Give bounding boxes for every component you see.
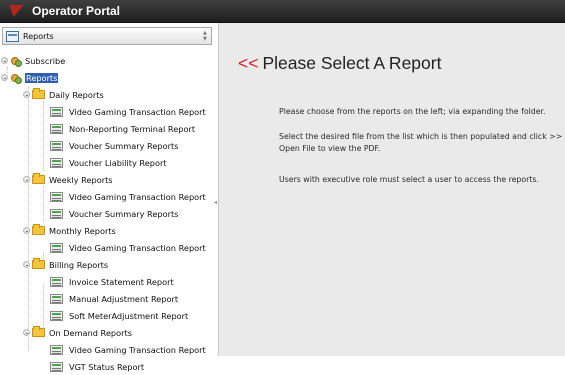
main-content: << Please Select A Report Please choose f… [219, 23, 565, 356]
report-item[interactable]: Manual Adjustment Report [0, 290, 216, 307]
sidebar: Reports ▲ ▼ ◂ Subscribe Reports Daily Re… [0, 23, 219, 372]
folder-label: Weekly Reports [49, 174, 113, 185]
folder-icon [32, 88, 45, 99]
report-label: Video Gaming Transaction Report [69, 106, 206, 117]
report-label: Non-Reporting Terminal Report [69, 123, 196, 134]
folder-icon [32, 326, 45, 337]
report-label: Invoice Statement Report [69, 276, 174, 287]
tree-label-selected: Reports [25, 72, 59, 83]
heading-arrows: << [238, 53, 259, 73]
report-item[interactable]: Soft MeterAdjustment Report [0, 307, 216, 324]
report-item[interactable]: Voucher Summary Reports [0, 205, 216, 222]
report-item[interactable]: Video Gaming Transaction Report [0, 341, 216, 358]
folder-weekly-reports[interactable]: Weekly Reports [0, 171, 216, 188]
instruction-text: Please choose from the reports on the le… [279, 107, 546, 116]
collapse-toggle-icon[interactable] [23, 176, 30, 183]
report-item[interactable]: Video Gaming Transaction Report [0, 103, 216, 120]
collapse-toggle-icon[interactable] [23, 329, 30, 336]
instruction-line: Open File to view the PDF. [279, 144, 381, 153]
instruction-line: Select the desired file from the list wh… [279, 132, 563, 141]
app-title: Operator Portal [32, 4, 121, 18]
report-label: Voucher Summary Reports [69, 140, 179, 151]
folder-monthly-reports[interactable]: Monthly Reports [0, 222, 216, 239]
report-icon [50, 208, 63, 219]
report-icon [50, 191, 63, 202]
report-label: Video Gaming Transaction Report [69, 242, 206, 253]
report-item[interactable]: Invoice Statement Report [0, 273, 216, 290]
collapse-toggle-icon[interactable] [23, 261, 30, 268]
report-item[interactable]: Voucher Liability Report [0, 154, 216, 171]
collapse-toggle-icon[interactable] [23, 91, 30, 98]
portal-logo-icon [6, 5, 24, 17]
reports-panel-icon [6, 30, 19, 42]
folder-billing-reports[interactable]: Billing Reports [0, 256, 216, 273]
folder-icon [32, 258, 45, 269]
expand-toggle-icon[interactable] [1, 74, 8, 81]
folder-icon [32, 224, 45, 235]
report-item[interactable]: Video Gaming Transaction Report [0, 239, 216, 256]
report-label: Video Gaming Transaction Report [69, 344, 206, 355]
report-label: VGT Status Report [69, 361, 145, 372]
folder-daily-reports[interactable]: Daily Reports [0, 86, 216, 103]
folder-label: Monthly Reports [49, 225, 116, 236]
app-window: Operator Portal Reports ▲ ▼ ◂ Subscribe R… [0, 0, 565, 372]
panel-scroll-arrows-icon[interactable]: ▲ ▼ [203, 30, 209, 42]
report-label: Voucher Summary Reports [69, 208, 179, 219]
report-icon [50, 123, 63, 134]
sidebar-header[interactable]: Reports ▲ ▼ [2, 27, 212, 45]
report-icon [50, 276, 63, 287]
report-item[interactable]: Voucher Summary Reports [0, 137, 216, 154]
report-icon [50, 106, 63, 117]
tree-node-subscribe[interactable]: Subscribe [0, 52, 216, 69]
tree-node-reports[interactable]: Reports [0, 69, 216, 86]
report-tree: Subscribe Reports Daily Reports Video Ga… [0, 52, 216, 375]
report-icon [50, 157, 63, 168]
report-label: Voucher Liability Report [69, 157, 167, 168]
reports-icon [10, 73, 22, 84]
report-icon [50, 140, 63, 151]
report-icon [50, 310, 63, 321]
page-heading: << Please Select A Report [238, 53, 441, 74]
report-icon [50, 293, 63, 304]
report-icon [50, 242, 63, 253]
report-label: Video Gaming Transaction Report [69, 191, 206, 202]
report-icon [50, 344, 63, 355]
collapse-toggle-icon[interactable] [23, 227, 30, 234]
folder-label: Daily Reports [49, 89, 104, 100]
report-item[interactable]: VGT Status Report [0, 358, 216, 375]
folder-on-demand-reports[interactable]: On Demand Reports [0, 324, 216, 341]
report-icon [50, 361, 63, 372]
instruction-text: Users with executive role must select a … [279, 175, 539, 184]
instruction-text: Select the desired file from the list wh… [279, 131, 562, 155]
report-item[interactable]: Non-Reporting Terminal Report [0, 120, 216, 137]
sidebar-header-label: Reports [23, 31, 54, 41]
title-bar: Operator Portal [0, 0, 565, 23]
folder-label: Billing Reports [49, 259, 109, 270]
heading-text: Please Select A Report [262, 53, 442, 73]
expand-toggle-icon[interactable] [1, 57, 8, 64]
subscribe-icon [10, 56, 22, 67]
report-item[interactable]: Video Gaming Transaction Report [0, 188, 216, 205]
folder-icon [32, 173, 45, 184]
report-label: Manual Adjustment Report [69, 293, 179, 304]
report-label: Soft MeterAdjustment Report [69, 310, 189, 321]
tree-label: Subscribe [25, 55, 66, 66]
folder-label: On Demand Reports [49, 327, 132, 338]
